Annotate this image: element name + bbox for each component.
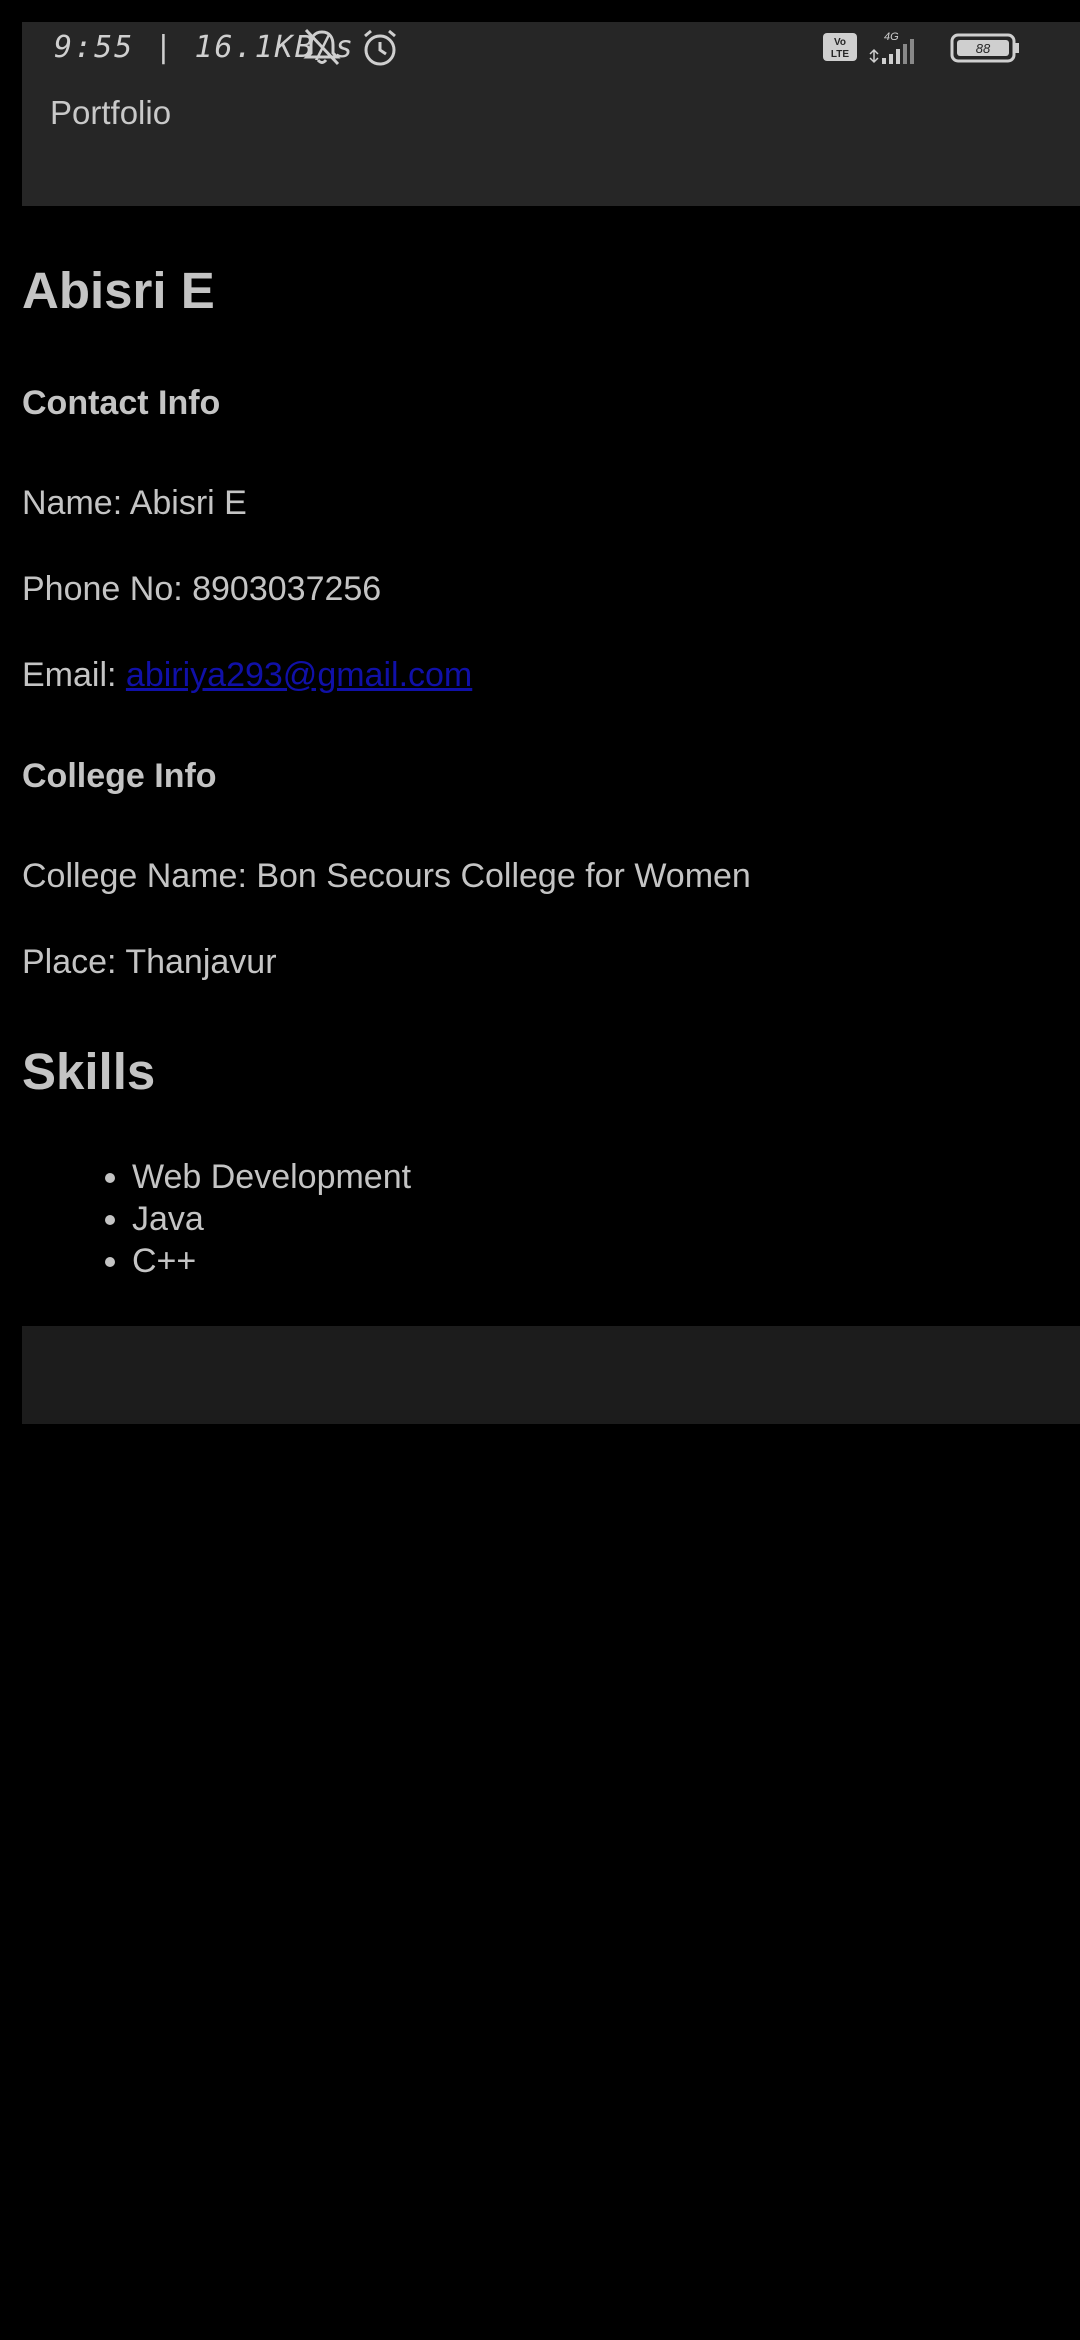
- footer-bar: [22, 1326, 1080, 1424]
- skill-item: C++: [132, 1240, 411, 1282]
- battery-icon: 88: [950, 32, 1022, 69]
- email-link[interactable]: abiriya293@gmail.com: [126, 656, 472, 694]
- svg-text:4G: 4G: [884, 31, 899, 43]
- skills-list: Web Development Java C++: [82, 1156, 411, 1282]
- contact-info-heading: Contact Info: [22, 384, 221, 422]
- app-bar: 9:55 | 16.1KB/s Vo LTE 4G 88 Portfolio: [22, 22, 1080, 206]
- alarm-icon: [360, 28, 400, 73]
- phone-line: Phone No: 8903037256: [22, 570, 382, 608]
- svg-text:Vo: Vo: [834, 37, 846, 48]
- skill-item: Java: [132, 1198, 411, 1240]
- mute-bell-icon: [300, 28, 344, 71]
- status-time: 9:55: [54, 30, 135, 65]
- college-info-heading: College Info: [22, 757, 217, 795]
- name-line: Name: Abisri E: [22, 484, 247, 522]
- skill-item: Web Development: [132, 1156, 411, 1198]
- name-heading: Abisri E: [22, 262, 215, 319]
- email-label: Email:: [22, 656, 126, 694]
- skills-heading: Skills: [22, 1043, 156, 1100]
- app-title: Portfolio: [50, 94, 172, 131]
- status-bar: 9:55 | 16.1KB/s Vo LTE 4G 88: [22, 22, 1080, 72]
- status-divider: |: [154, 30, 175, 65]
- signal-4g-icon: 4G: [868, 30, 928, 71]
- college-name-line: College Name: Bon Secours College for Wo…: [22, 857, 751, 895]
- svg-text:LTE: LTE: [831, 49, 849, 60]
- email-line: Email: abiriya293@gmail.com: [22, 656, 472, 695]
- place-line: Place: Thanjavur: [22, 943, 277, 981]
- battery-level: 88: [976, 41, 991, 56]
- volte-icon: Vo LTE: [822, 32, 858, 67]
